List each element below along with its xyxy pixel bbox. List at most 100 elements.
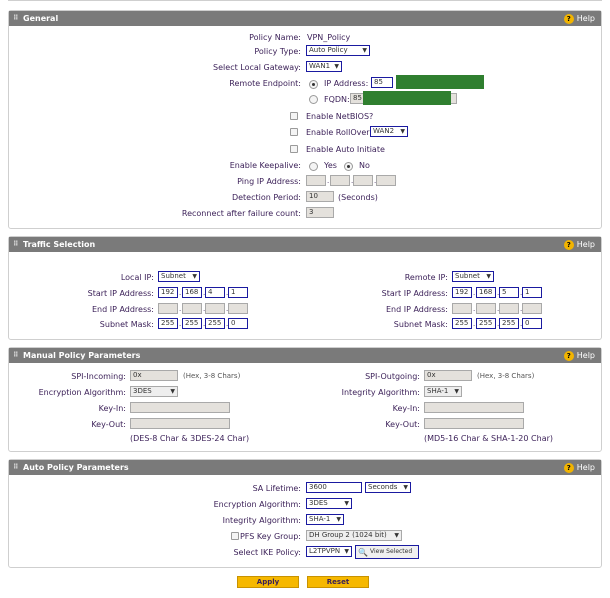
local-subnet-mask-label: Subnet Mask: [99, 320, 154, 329]
rollover-checkbox[interactable] [290, 128, 298, 136]
ping-ip-octet-1[interactable] [306, 175, 326, 186]
pfs-key-group-select[interactable]: DH Group 2 (1024 bit) ▼ [306, 530, 402, 541]
ip-address-option-label: IP Address: [324, 79, 369, 88]
auto-initiate-checkbox[interactable] [290, 145, 298, 153]
remote-end-ip-label: End IP Address: [385, 305, 448, 314]
sa-lifetime-input[interactable]: 3600 [306, 482, 362, 493]
general-panel: ⠿ General ? Help [8, 10, 602, 229]
ike-policy-select[interactable]: L2TPVPN ▼ [306, 546, 352, 557]
local-mask-octet-3[interactable]: 255 [205, 318, 225, 329]
policy-name-value: VPN_Policy [307, 33, 351, 42]
remote-ip-input[interactable]: 85 [371, 77, 393, 88]
policy-type-select[interactable]: Auto Policy ▼ [306, 45, 370, 56]
local-start-ip-octet-2[interactable]: 168 [182, 287, 202, 298]
spi-outgoing-input[interactable]: 0x [424, 370, 472, 381]
remote-mask-octet-1[interactable]: 255 [452, 318, 472, 329]
detection-period-input[interactable]: 10 [306, 191, 334, 202]
local-mask-octet-2[interactable]: 255 [182, 318, 202, 329]
keepalive-yes-label: Yes [324, 161, 337, 170]
local-end-ip-octet-4[interactable] [228, 303, 248, 314]
ike-policy-label: Select IKE Policy: [233, 548, 301, 557]
manual-key-out-input[interactable] [130, 418, 230, 429]
local-ip-label: Local IP: [120, 273, 154, 282]
grip-icon: ⠿ [13, 14, 19, 22]
chevron-down-icon: ▼ [344, 500, 349, 507]
local-end-ip-octet-3[interactable] [205, 303, 225, 314]
remote-start-ip-octet-3[interactable]: 5 [499, 287, 519, 298]
remote-end-ip-octet-3[interactable] [499, 303, 519, 314]
grip-icon: ⠿ [13, 463, 19, 471]
auto-encryption-select[interactable]: 3DES ▼ [306, 498, 352, 509]
ping-ip-octet-4[interactable] [376, 175, 396, 186]
help-icon: ? [563, 13, 574, 24]
manual-key-out-label-right: Key-Out: [385, 420, 420, 429]
rollover-select[interactable]: WAN2 ▼ [370, 126, 408, 137]
chevron-down-icon: ▼ [403, 484, 408, 491]
reconnect-label: Reconnect after failure count: [181, 209, 301, 218]
apply-button[interactable]: Apply [237, 576, 299, 588]
local-end-ip-octet-2[interactable] [182, 303, 202, 314]
remote-end-ip-octet-4[interactable] [522, 303, 542, 314]
remote-mask-octet-3[interactable]: 255 [499, 318, 519, 329]
view-selected-button[interactable]: 🔍 View Selected [355, 545, 419, 559]
local-end-ip-octet-1[interactable] [158, 303, 178, 314]
general-help-link[interactable]: ? Help [563, 11, 595, 26]
auto-header: ⠿ Auto Policy Parameters ? Help [9, 460, 601, 475]
netbios-label: Enable NetBIOS? [306, 112, 374, 121]
local-mask-octet-4[interactable]: 0 [228, 318, 248, 329]
fqdn-radio[interactable] [309, 95, 318, 104]
spi-incoming-hint: (Hex, 3-8 Chars) [183, 372, 241, 380]
pfs-checkbox[interactable] [231, 532, 239, 540]
manual-key-in-input[interactable] [130, 402, 230, 413]
manual-key-in-label-right: Key-In: [392, 404, 420, 413]
local-start-ip-octet-3[interactable]: 4 [205, 287, 225, 298]
manual-right-note: (MD5-16 Char & SHA-1-20 Char) [424, 434, 553, 443]
traffic-title: Traffic Selection [23, 240, 96, 249]
manual-key-out-input-right[interactable] [424, 418, 524, 429]
remote-start-ip-octet-4[interactable]: 1 [522, 287, 542, 298]
detection-period-unit: (Seconds) [338, 193, 378, 202]
help-icon: ? [563, 239, 574, 250]
manual-key-out-label: Key-Out: [91, 420, 126, 429]
reset-button[interactable]: Reset [307, 576, 369, 588]
local-start-ip-octet-1[interactable]: 192 [158, 287, 178, 298]
chevron-down-icon: ▼ [344, 548, 349, 555]
reconnect-input[interactable]: 3 [306, 207, 334, 218]
auto-title: Auto Policy Parameters [23, 463, 129, 472]
help-icon: ? [563, 462, 574, 473]
netbios-checkbox[interactable] [290, 112, 298, 120]
auto-integrity-label: Integrity Algorithm: [222, 516, 301, 525]
local-start-ip-octet-4[interactable]: 1 [228, 287, 248, 298]
remote-ip-type-select[interactable]: Subnet ▼ [452, 271, 494, 282]
remote-mask-octet-2[interactable]: 255 [476, 318, 496, 329]
magnifier-icon: 🔍 [358, 548, 368, 557]
ip-address-radio[interactable] [309, 80, 318, 89]
traffic-help-link[interactable]: ? Help [563, 237, 595, 252]
remote-mask-octet-4[interactable]: 0 [522, 318, 542, 329]
manual-integrity-select[interactable]: SHA-1 ▼ [424, 386, 462, 397]
chevron-down-icon: ▼ [362, 47, 367, 54]
manual-help-link[interactable]: ? Help [563, 348, 595, 363]
remote-endpoint-label: Remote Endpoint: [229, 79, 301, 88]
keepalive-yes-radio[interactable] [309, 162, 318, 171]
spi-incoming-input[interactable]: 0x [130, 370, 178, 381]
local-ip-type-select[interactable]: Subnet ▼ [158, 271, 200, 282]
keepalive-label: Enable Keepalive: [229, 161, 301, 170]
ping-ip-octet-3[interactable] [353, 175, 373, 186]
remote-end-ip-octet-2[interactable] [476, 303, 496, 314]
remote-start-ip-octet-2[interactable]: 168 [476, 287, 496, 298]
chevron-down-icon: ▼ [192, 273, 197, 280]
remote-end-ip-octet-1[interactable] [452, 303, 472, 314]
local-mask-octet-1[interactable]: 255 [158, 318, 178, 329]
auto-integrity-select[interactable]: SHA-1 ▼ [306, 514, 344, 525]
manual-encryption-select[interactable]: 3DES ▼ [130, 386, 178, 397]
sa-lifetime-unit-select[interactable]: Seconds ▼ [365, 482, 411, 493]
ping-ip-octet-2[interactable] [330, 175, 350, 186]
fqdn-option-label: FQDN: [324, 95, 350, 104]
keepalive-no-radio[interactable] [344, 162, 353, 171]
auto-help-link[interactable]: ? Help [563, 460, 595, 475]
manual-key-in-input-right[interactable] [424, 402, 524, 413]
chevron-down-icon: ▼ [336, 516, 341, 523]
remote-start-ip-octet-1[interactable]: 192 [452, 287, 472, 298]
local-gateway-select[interactable]: WAN1 ▼ [306, 61, 342, 72]
